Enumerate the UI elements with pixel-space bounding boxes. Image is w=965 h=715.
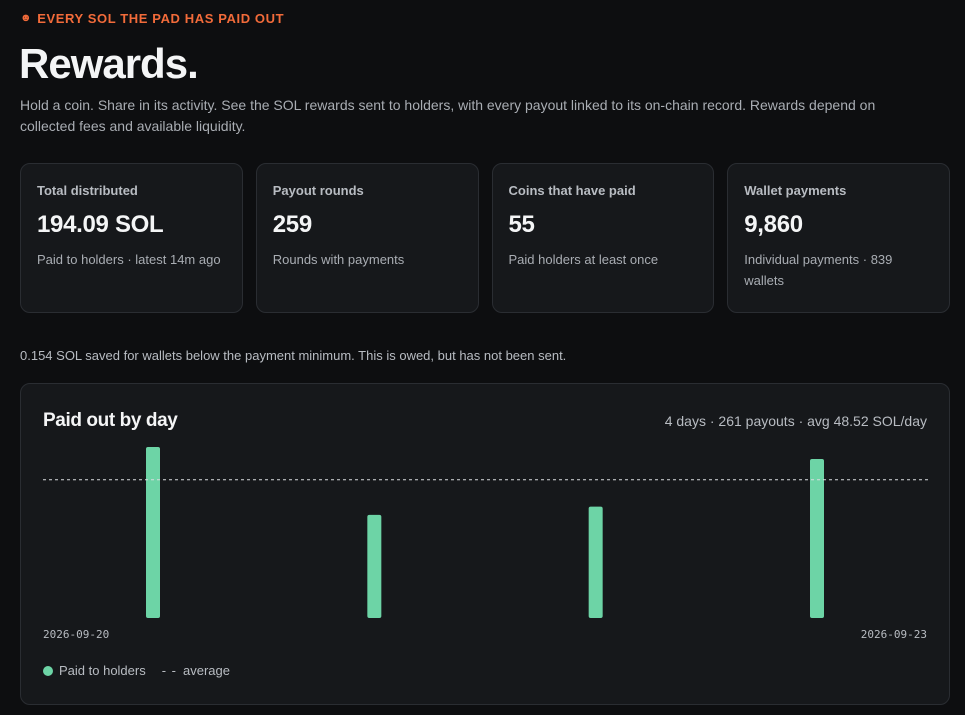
stat-label: Payout rounds xyxy=(272,183,364,198)
stat-sub: Rounds with payments xyxy=(272,252,405,267)
stat-card-payout-rounds: Payout rounds 259 Rounds with payments xyxy=(255,163,479,313)
legend-item-average: - - average xyxy=(162,663,230,678)
daily-payout-chart xyxy=(43,447,929,618)
stat-sub: Paid holders at least once xyxy=(508,252,659,267)
stat-card-wallet-payments: Wallet payments 9,860 Individual payment… xyxy=(727,163,950,313)
dashed-line-icon: - - xyxy=(161,663,178,678)
stat-cards: Total distributed 194.09 SOL Paid to hol… xyxy=(20,163,950,313)
stat-card-total-distributed: Total distributed 194.09 SOL Paid to hol… xyxy=(20,163,243,313)
stat-value: 259 xyxy=(272,211,312,238)
stat-label: Wallet payments xyxy=(744,183,847,198)
payout-chart-panel: Paid out by day 4 days · 261 payouts · a… xyxy=(20,383,950,705)
x-tick-first: 2026-09-20 xyxy=(43,628,110,641)
stat-value: 194.09 SOL xyxy=(37,211,164,238)
stat-sub: Individual payments · 839 wallets xyxy=(744,252,893,288)
legend-average-label: average xyxy=(183,663,230,678)
legend-dot-icon xyxy=(43,665,53,676)
bar-2026-09-23[interactable] xyxy=(810,458,824,618)
eyebrow-text: EVERY SOL THE PAD HAS PAID OUT xyxy=(37,11,285,26)
rewards-page: ☻ EVERY SOL THE PAD HAS PAID OUT Rewards… xyxy=(0,0,965,715)
page-description: Hold a coin. Share in its activity. See … xyxy=(20,97,876,134)
chart-legend: Paid to holders - - average xyxy=(43,663,230,678)
stat-label: Coins that have paid xyxy=(508,183,636,198)
stat-value: 9,860 xyxy=(744,211,803,238)
bar-2026-09-20[interactable] xyxy=(146,447,160,618)
bar-2026-09-21[interactable] xyxy=(367,514,382,618)
stat-label: Total distributed xyxy=(37,183,138,198)
chart-bars xyxy=(146,447,824,618)
legend-item-series: Paid to holders xyxy=(43,663,146,678)
legend-series-label: Paid to holders xyxy=(59,663,146,678)
smiley-icon: ☻ xyxy=(20,12,33,24)
stat-value: 55 xyxy=(508,211,535,238)
x-tick-last: 2026-09-23 xyxy=(860,628,927,641)
eyebrow: ☻ EVERY SOL THE PAD HAS PAID OUT xyxy=(20,11,284,26)
owed-note: 0.154 SOL saved for wallets below the pa… xyxy=(20,348,567,363)
stat-card-coins-paid: Coins that have paid 55 Paid holders at … xyxy=(491,163,715,313)
stat-sub: Paid to holders · latest 14m ago xyxy=(37,252,221,267)
page-title: Rewards. xyxy=(19,40,199,87)
bar-2026-09-22[interactable] xyxy=(588,506,603,618)
